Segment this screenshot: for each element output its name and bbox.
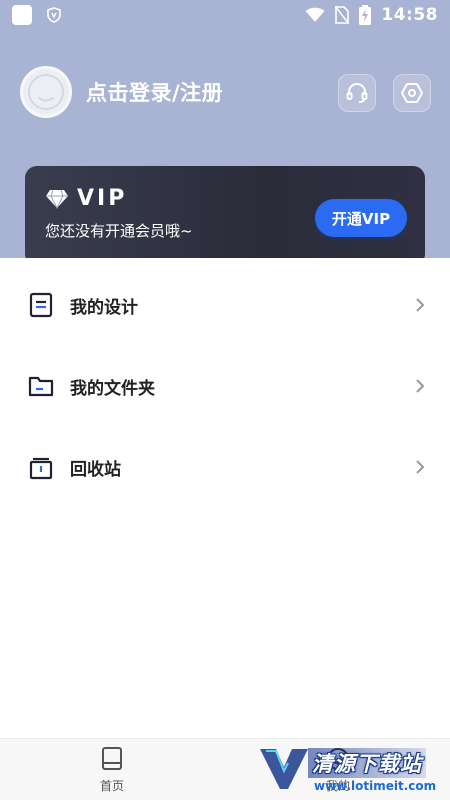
chevron-right-icon	[416, 379, 425, 393]
profile-section[interactable]: 点击登录/注册	[20, 66, 223, 118]
no-sim-icon	[335, 6, 350, 24]
status-time: 14:58	[381, 5, 438, 25]
nav-home-label: 首页	[99, 779, 124, 793]
headset-icon	[346, 83, 368, 103]
vip-subtitle: 您还没有开通会员哦~	[45, 222, 193, 240]
chevron-right-icon	[416, 460, 425, 474]
shield-icon	[47, 7, 61, 23]
avatar[interactable]	[20, 66, 72, 118]
wifi-icon	[305, 7, 325, 22]
watermark-url: www.lotimeit.com	[314, 779, 437, 793]
battery-charging-icon	[359, 5, 372, 25]
watermark-title: 清源下载站	[308, 748, 426, 778]
settings-button[interactable]	[393, 74, 431, 112]
menu-item-my-designs[interactable]: 我的设计	[0, 275, 450, 335]
nav-home[interactable]: 首页	[82, 747, 142, 794]
avatar-placeholder-icon	[28, 74, 64, 110]
login-register-link[interactable]: 点击登录/注册	[86, 77, 223, 107]
menu-item-recycle-bin[interactable]: 回收站	[0, 437, 450, 497]
home-book-icon	[102, 747, 122, 770]
vip-label: VIP	[77, 186, 128, 211]
design-doc-icon	[29, 292, 53, 318]
open-vip-button[interactable]: 开通VIP	[315, 199, 407, 237]
notification-app-icon	[12, 5, 32, 25]
folder-icon	[28, 376, 54, 397]
menu-label: 我的设计	[70, 297, 138, 318]
trash-icon	[29, 457, 53, 480]
customer-service-button[interactable]	[338, 74, 376, 112]
diamond-icon	[46, 189, 68, 209]
chevron-right-icon	[416, 298, 425, 312]
status-bar: 14:58	[0, 0, 450, 30]
menu-label: 我的文件夹	[70, 378, 155, 399]
vip-card[interactable]: VIP 您还没有开通会员哦~ 开通VIP	[25, 166, 425, 266]
watermark-logo-icon	[260, 749, 308, 789]
gear-icon	[401, 83, 423, 103]
menu-label: 回收站	[70, 459, 121, 480]
menu-item-my-folders[interactable]: 我的文件夹	[0, 356, 450, 416]
site-watermark: 清源下载站 www.lotimeit.com	[258, 745, 438, 797]
